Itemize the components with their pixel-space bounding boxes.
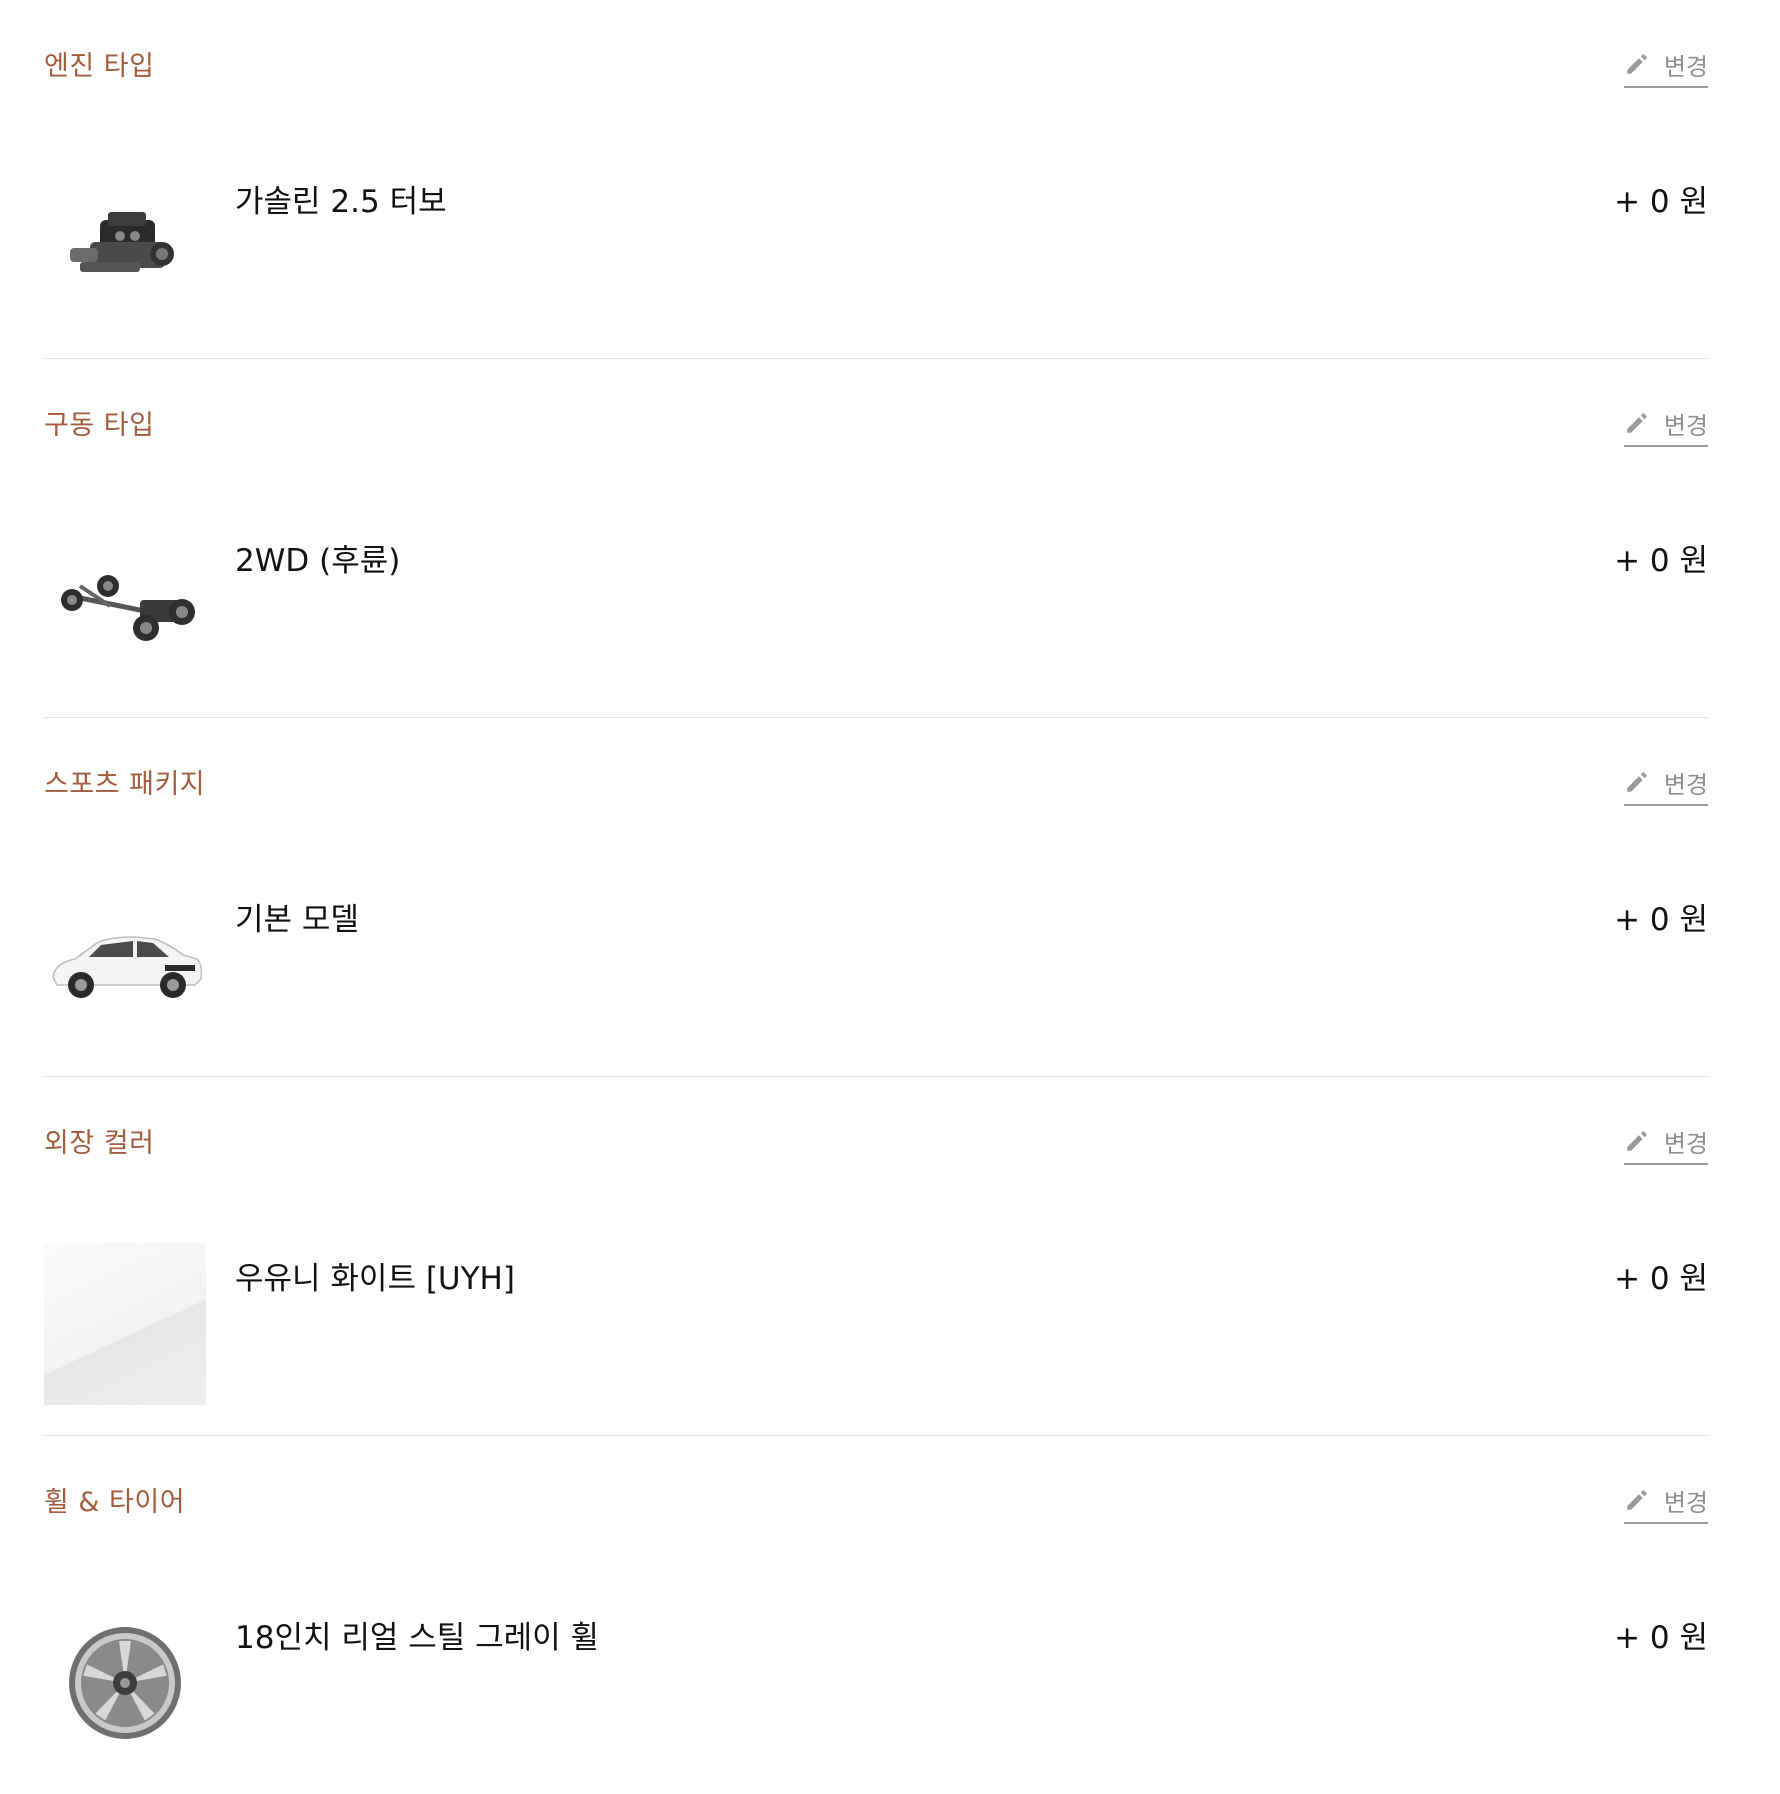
section-title: 구동 타입: [44, 410, 155, 441]
edit-label: 변경: [1663, 52, 1708, 81]
car-icon: [44, 884, 206, 1046]
pencil-icon: [1627, 1131, 1647, 1151]
option-name: 기본 모델: [235, 902, 359, 938]
drivetrain-icon: [44, 525, 206, 687]
option-price: + 0 원: [1614, 543, 1708, 579]
section-sports-package: 스포츠 패키지 변경 기본 모델 + 0 원: [44, 718, 1708, 1077]
option-price: + 0 원: [1614, 1620, 1708, 1656]
option-price: + 0 원: [1614, 1261, 1708, 1297]
edit-label: 변경: [1663, 411, 1708, 440]
edit-button[interactable]: 변경: [1623, 44, 1708, 88]
option-name: 가솔린 2.5 터보: [235, 184, 447, 220]
edit-label: 변경: [1663, 1129, 1708, 1158]
wheel-icon: [44, 1602, 206, 1764]
section-engine-type: 엔진 타입 변경 가솔린 2.5 터보 + 0 원: [44, 0, 1708, 359]
option-name: 2WD (후륜): [235, 543, 401, 579]
section-drive-type: 구동 타입 변경 2WD (후륜) + 0 원: [44, 359, 1708, 718]
edit-button[interactable]: 변경: [1623, 403, 1708, 447]
option-summary-list: 엔진 타입 변경 가솔린 2.5 터보 + 0 원 구동 타입 변경 2WD (…: [44, 0, 1708, 1794]
color-swatch: [44, 1243, 206, 1405]
section-wheel-tire: 휠 & 타이어 변경 18인치 리얼 스틸 그레이 휠 + 0 원: [44, 1436, 1708, 1794]
option-name: 18인치 리얼 스틸 그레이 휠: [235, 1620, 600, 1656]
edit-button[interactable]: 변경: [1623, 1121, 1708, 1165]
pencil-icon: [1627, 413, 1647, 433]
option-price: + 0 원: [1614, 184, 1708, 220]
edit-label: 변경: [1663, 1488, 1708, 1517]
pencil-icon: [1627, 54, 1647, 74]
pencil-icon: [1627, 1490, 1647, 1510]
section-title: 엔진 타입: [44, 51, 155, 82]
edit-label: 변경: [1663, 770, 1708, 799]
option-price: + 0 원: [1614, 902, 1708, 938]
section-title: 휠 & 타이어: [44, 1487, 186, 1518]
pencil-icon: [1627, 772, 1647, 792]
section-title: 외장 컬러: [44, 1128, 155, 1159]
edit-button[interactable]: 변경: [1623, 762, 1708, 806]
option-name: 우유니 화이트 [UYH]: [235, 1261, 515, 1297]
section-title: 스포츠 패키지: [44, 769, 206, 800]
engine-icon: [44, 166, 206, 328]
section-exterior-color: 외장 컬러 변경 우유니 화이트 [UYH] + 0 원: [44, 1077, 1708, 1436]
edit-button[interactable]: 변경: [1623, 1480, 1708, 1524]
